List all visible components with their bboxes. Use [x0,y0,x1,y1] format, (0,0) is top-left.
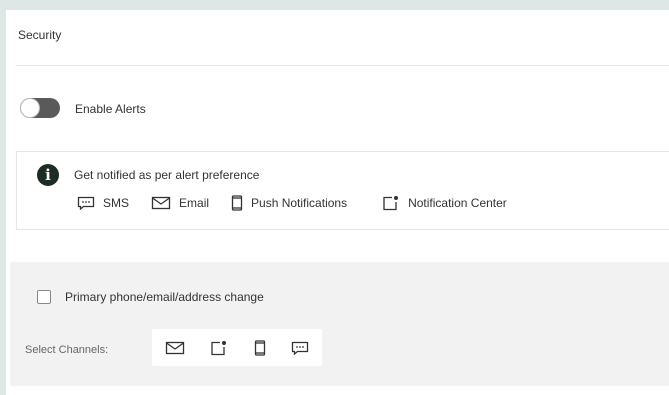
alert-item-section: Primary phone/email/address change Selec… [10,262,669,386]
channel-sms-label: SMS [103,196,130,210]
channel-email-label: Email [179,196,210,210]
channel-legend: SMS Email Push Notifications Notificatio… [77,195,507,211]
email-icon [151,196,171,210]
alert-preference-info: i Get notified as per alert preference S… [16,151,669,230]
notification-center-icon [383,196,399,211]
phone-icon [254,339,265,356]
info-message: Get notified as per alert preference [74,168,260,182]
notification-center-icon [211,340,227,355]
toggle-knob [21,99,39,117]
channel-email: Email [151,196,209,210]
section-title: Security [18,28,62,42]
channel-picker [152,329,322,366]
channel-push: Push Notifications [231,195,347,211]
channel-push-label: Push Notifications [251,196,348,210]
phone-icon [231,195,243,211]
divider [16,65,669,66]
pick-email[interactable] [165,341,185,355]
sms-icon [292,341,309,355]
pick-notification-center[interactable] [210,340,228,356]
enable-alerts-toggle[interactable] [20,98,60,118]
enable-alerts-label: Enable Alerts [75,102,146,116]
primary-change-checkbox[interactable] [37,290,51,304]
primary-change-label: Primary phone/email/address change [65,290,264,304]
pick-push[interactable] [254,339,266,356]
channel-notification-center: Notification Center [382,195,507,211]
sms-icon [77,196,95,210]
select-channels-label: Select Channels: [25,344,109,356]
channel-sms: SMS [77,196,129,210]
pick-sms[interactable] [291,341,309,355]
email-icon [165,341,184,354]
info-icon: i [37,164,59,186]
channel-notification-center-label: Notification Center [408,196,507,210]
